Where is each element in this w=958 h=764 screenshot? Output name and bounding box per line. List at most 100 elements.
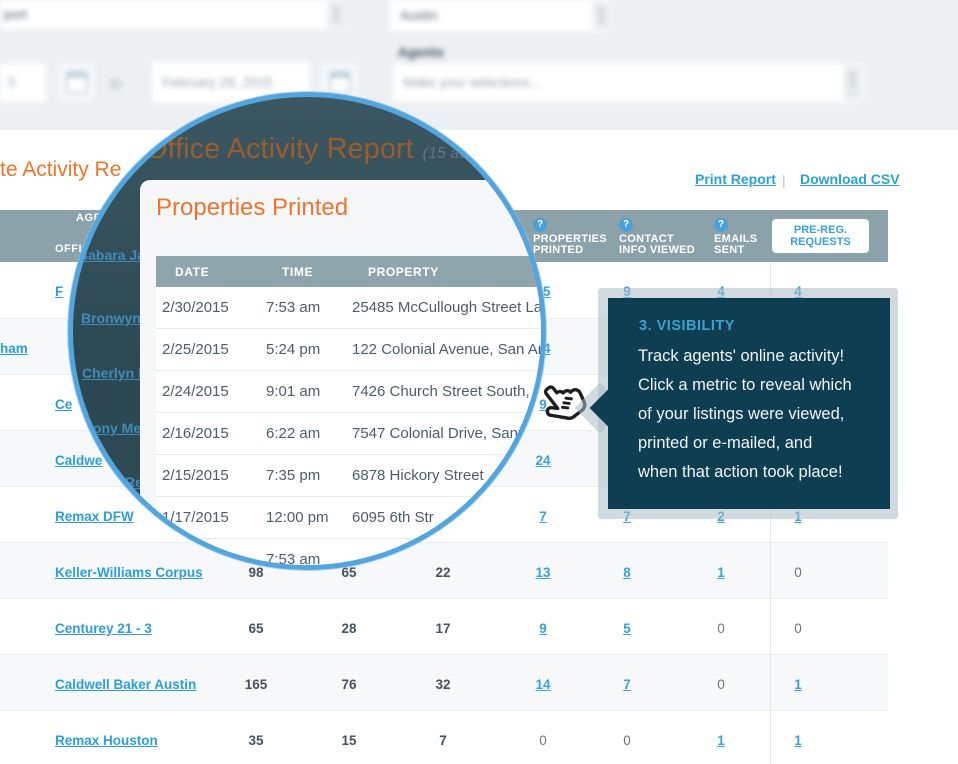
location-select[interactable]: Austin ▲▼ <box>390 0 611 31</box>
column-header-properties-printed: PROPERTIES PRINTED <box>533 234 607 256</box>
chevron-up-down-icon[interactable]: ▲▼ <box>593 2 610 29</box>
office-link[interactable]: Caldwe <box>55 453 102 468</box>
emails-sent-link[interactable]: 1 <box>699 565 743 580</box>
agent-link[interactable]: Ebony Me <box>75 420 141 436</box>
table-row: Caldwell Baker Austin 165 76 32 14 7 0 1 <box>0 654 888 710</box>
date-cell: 2/25/2015 <box>162 341 229 358</box>
prereg-requests-link[interactable]: 1 <box>776 733 820 748</box>
time-cell: 7:53 am <box>266 299 320 316</box>
contact-info-viewed-link[interactable]: 5 <box>605 621 649 636</box>
column-header-contact-info-viewed: CONTACT INFO VIEWED <box>619 234 695 256</box>
chevron-up-down-icon[interactable]: ▲▼ <box>328 1 345 28</box>
properties-printed-link[interactable]: 9 <box>521 621 565 636</box>
modal-row: 2/30/2015 7:53 am 25485 McCullough Stree… <box>156 287 541 329</box>
time-cell: 12:00 pm <box>266 509 329 526</box>
calendar-icon <box>66 71 88 94</box>
download-csv-link[interactable]: Download CSV <box>800 171 900 187</box>
office-link[interactable]: Remax DFW <box>55 509 134 524</box>
location-value: Austin <box>400 8 438 23</box>
calendar-button[interactable] <box>57 62 96 103</box>
emails-sent-link[interactable]: 1 <box>699 733 743 748</box>
modal-row: 2/24/2015 9:01 am 7426 Church Street Sou… <box>156 371 541 413</box>
chevron-up-down-icon[interactable]: ▲▼ <box>844 66 861 100</box>
modal-row: 2/15/2015 7:35 pm 6878 Hickory Street <box>156 455 541 497</box>
contact-info-viewed-link[interactable]: 7 <box>605 677 649 692</box>
prereg-requests-value: 0 <box>776 565 820 580</box>
metric-value: 7 <box>421 733 465 748</box>
metric-value: 165 <box>234 677 278 692</box>
modal-column-date: DATE <box>175 265 209 279</box>
date-cell: 2/16/2015 <box>162 425 229 442</box>
metric-value: 35 <box>234 733 278 748</box>
agent-link[interactable]: Bronwyn <box>81 310 141 326</box>
time-cell: 5:24 pm <box>266 341 320 358</box>
metric-value: 76 <box>327 677 371 692</box>
contact-info-viewed-link[interactable]: 8 <box>605 565 649 580</box>
metric-value: 22 <box>421 565 465 580</box>
office-link[interactable]: Caldwell Baker Austin <box>55 677 196 692</box>
date-from-input[interactable]: 5 <box>0 64 46 102</box>
prereg-requests-link[interactable]: 1 <box>776 677 820 692</box>
contact-info-viewed-value: 0 <box>605 733 649 748</box>
office-link[interactable]: F <box>55 284 63 299</box>
date-cell: 2/15/2015 <box>162 467 229 484</box>
date-range-to-label: to <box>110 76 121 91</box>
date-to-value: February 28, 2015 <box>162 75 272 90</box>
column-header-prereg-requests[interactable]: PRE-REG. REQUESTS <box>772 219 869 253</box>
office-link[interactable]: Remax Houston <box>55 733 158 748</box>
modal-title: Properties Printed <box>156 194 348 222</box>
office-link[interactable]: Keller-Williams Corpus <box>55 565 203 580</box>
magnified-title-text: Office Activity Report <box>145 133 414 165</box>
report-type-value: port <box>4 7 27 22</box>
emails-sent-value: 0 <box>699 621 743 636</box>
agents-label: Agents <box>398 45 444 60</box>
magnifier-circle: Office Activity Report (15 active agents)… <box>68 92 546 570</box>
time-cell: 7:35 pm <box>266 467 320 484</box>
modal-row: 1/17/2015 12:00 pm 6095 6th Str <box>156 497 541 539</box>
property-cell: 7426 Church Street South, <box>352 383 530 400</box>
table-row: Remax Houston 35 15 7 0 0 1 1 <box>0 710 888 764</box>
agents-multiselect[interactable]: Make your selections... ▲▼ <box>393 64 863 102</box>
print-report-link[interactable]: Print Report <box>695 171 776 187</box>
agents-placeholder: Make your selections... <box>403 75 541 90</box>
time-cell: 6:22 am <box>266 425 320 442</box>
prereg-requests-value: 0 <box>776 621 820 636</box>
property-cell: 6878 Hickory Street <box>352 467 484 484</box>
modal-row: 2/25/2015 5:24 pm 122 Colonial Avenue, S… <box>156 329 541 371</box>
modal-table-header: DATE TIME PROPERTY <box>156 256 541 287</box>
property-cell: 7547 Colonial Drive, San <box>352 425 518 442</box>
property-cell: 25485 McCullough Street Lane <box>352 299 546 316</box>
metric-value: 65 <box>234 621 278 636</box>
tooltip-heading: 3. VISIBILITY <box>639 318 735 334</box>
modal-row: 2/16/2015 6:22 am 7547 Colonial Drive, S… <box>156 413 541 455</box>
agent-link[interactable]: Babara Ja <box>78 247 145 263</box>
property-cell: 6095 6th Str <box>352 509 434 526</box>
emails-sent-value: 0 <box>699 677 743 692</box>
agent-link[interactable]: Cherlyn P <box>82 365 147 381</box>
office-link[interactable]: ham <box>0 341 28 356</box>
link-divider: | <box>782 172 786 188</box>
modal-table-body: 2/30/2015 7:53 am 25485 McCullough Stree… <box>156 287 541 570</box>
help-icon[interactable]: ? <box>714 218 728 232</box>
filter-bar: port ▲▼ Austin ▲▼ Agents Make your selec… <box>0 0 958 130</box>
time-cell: 7:53 am <box>266 551 320 568</box>
properties-printed-link[interactable]: 14 <box>521 677 565 692</box>
office-link[interactable]: Ce <box>55 397 72 412</box>
calendar-icon <box>329 71 351 94</box>
metric-value: 15 <box>327 733 371 748</box>
report-type-select[interactable]: port ▲▼ <box>0 0 346 29</box>
office-link[interactable]: Centurey 21 - 3 <box>55 621 152 636</box>
table-row: Centurey 21 - 3 65 28 17 9 5 0 0 <box>0 598 888 654</box>
magnified-title-suffix: (15 active agents) <box>423 145 546 162</box>
date-cell: 1/17/2015 <box>162 509 229 526</box>
property-cell: 122 Colonial Avenue, San Antonio <box>352 341 546 358</box>
tooltip-body: Track agents' online activity! Click a m… <box>638 342 890 487</box>
properties-printed-link[interactable]: 13 <box>521 565 565 580</box>
properties-printed-modal: Properties Printed DATE TIME PROPERTY 2/… <box>140 180 541 565</box>
modal-column-property: PROPERTY <box>368 265 439 279</box>
date-cell: 2/24/2015 <box>162 383 229 400</box>
metric-value: 17 <box>421 621 465 636</box>
help-icon[interactable]: ? <box>619 218 633 232</box>
time-cell: 9:01 am <box>266 383 320 400</box>
magnified-report-title: Office Activity Report (15 active agents) <box>145 133 546 166</box>
